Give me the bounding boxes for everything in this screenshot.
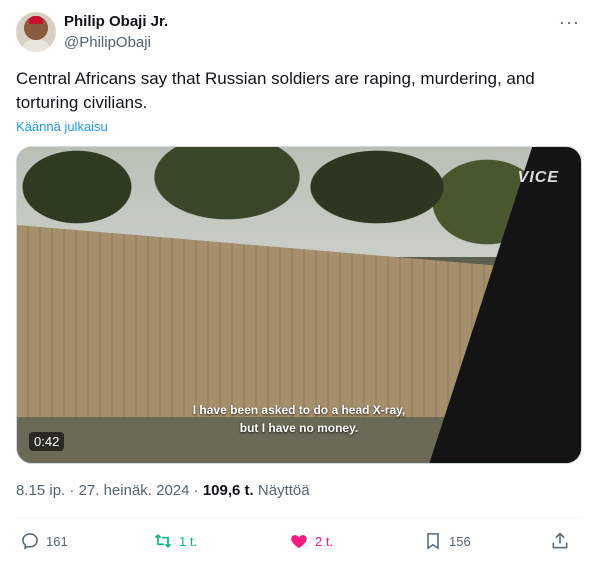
heart-icon <box>291 535 307 549</box>
reply-button[interactable]: 161 <box>20 529 68 553</box>
author-handle[interactable]: @PhilipObaji <box>64 34 151 51</box>
vice-logo: VICE <box>517 169 559 186</box>
retweet-icon <box>154 533 172 549</box>
bookmark-count: 156 <box>449 533 471 549</box>
tweet-date[interactable]: 27. heinäk. 2024 <box>79 482 190 499</box>
share-button[interactable] <box>550 529 576 553</box>
author-name[interactable]: Philip Obaji Jr. <box>64 13 168 30</box>
meta-separator: · <box>65 482 79 499</box>
translate-link[interactable]: Käännä julkaisu <box>16 119 108 134</box>
subtitle-line-2: but I have no money. <box>239 421 359 435</box>
meta-separator-2: · <box>189 482 203 499</box>
tweet-text: Central Africans say that Russian soldie… <box>16 69 535 112</box>
bookmark-icon <box>427 533 439 550</box>
view-count-label: Näyttöä <box>257 482 310 499</box>
view-count: 109,6 t. <box>202 482 254 499</box>
reply-count: 161 <box>46 533 68 549</box>
video-duration: 0:42 <box>29 432 65 451</box>
retweet-count: 1 t. <box>179 533 198 549</box>
divider-top <box>16 517 582 518</box>
author-avatar[interactable] <box>16 12 56 52</box>
retweet-button[interactable]: 1 t. <box>153 529 197 553</box>
like-button[interactable]: 2 t. <box>289 529 333 553</box>
tweet-meta: 8.15 ip. · 27. heinäk. 2024 · 109,6 t. N… <box>16 482 310 499</box>
like-count: 2 t. <box>315 533 334 549</box>
avatar-cap <box>29 16 43 24</box>
subtitle-line-1: I have been asked to do a head X-ray, <box>192 403 406 417</box>
video-player[interactable]: VICE I have been asked to do a head X-ra… <box>16 146 582 464</box>
share-icon <box>552 532 568 549</box>
action-bar: 161 1 t. 2 t. 156 <box>16 529 582 555</box>
video-subtitle: I have been asked to do a head X-ray, bu… <box>17 401 581 437</box>
more-horizontal-icon[interactable]: ··· <box>559 12 580 33</box>
tweet-time[interactable]: 8.15 ip. <box>16 482 65 499</box>
avatar-shirt <box>22 40 50 52</box>
reply-icon <box>22 533 38 550</box>
bookmark-button[interactable]: 156 <box>423 529 471 553</box>
